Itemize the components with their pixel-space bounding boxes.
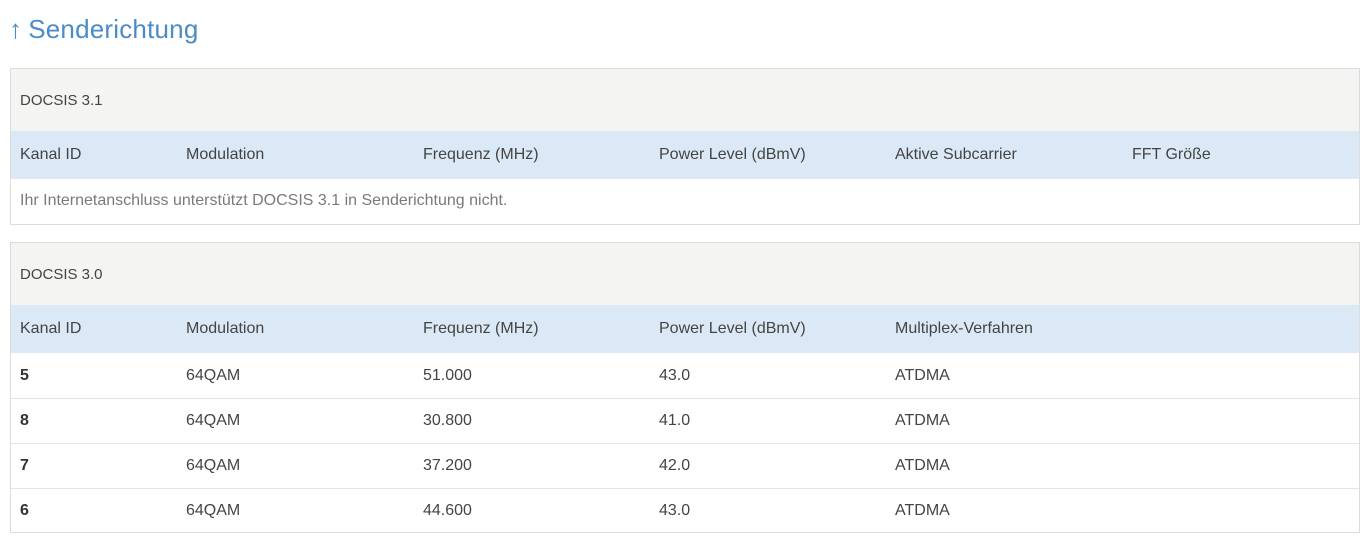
frequenz-cell: 51.000 <box>423 366 472 384</box>
section-title-text: Senderichtung <box>28 13 199 44</box>
column-header-kanal-id: Kanal ID <box>20 146 82 163</box>
power-level-cell: 41.0 <box>659 412 691 429</box>
docsis30-table-body: 5 64QAM 51.000 43.0 ATDMA 8 64QAM 30.800… <box>11 353 1359 533</box>
column-header-frequenz: Frequenz (MHz) <box>423 146 539 163</box>
frequenz-cell: 44.600 <box>423 502 472 519</box>
column-header-modulation: Modulation <box>186 320 265 337</box>
column-header-power-level: Power Level (dBmV) <box>659 320 806 337</box>
modulation-cell: 64QAM <box>186 412 241 429</box>
power-level-cell: 43.0 <box>659 366 691 384</box>
column-header-kanal-id: Kanal ID <box>20 320 82 337</box>
modulation-cell: 64QAM <box>186 457 241 474</box>
docsis30-column-headers: Kanal ID Modulation Frequenz (MHz) Power… <box>11 305 1359 353</box>
modulation-cell: 64QAM <box>186 366 241 384</box>
kanal-id-cell: 6 <box>20 502 29 519</box>
docsis31-panel: DOCSIS 3.1 Kanal ID Modulation Frequenz … <box>10 68 1360 225</box>
multiplex-cell: ATDMA <box>895 502 950 519</box>
column-header-aktive-subcarrier: Aktive Subcarrier <box>895 146 1017 163</box>
kanal-id-cell: 7 <box>20 457 29 474</box>
column-header-modulation: Modulation <box>186 146 265 163</box>
kanal-id-cell: 8 <box>20 412 29 429</box>
multiplex-cell: ATDMA <box>895 457 950 474</box>
modulation-cell: 64QAM <box>186 502 241 519</box>
column-header-fft-groesse: FFT Größe <box>1132 146 1211 163</box>
page: ↑ Senderichtung DOCSIS 3.1 Kanal ID Modu… <box>0 0 1370 542</box>
column-header-power-level: Power Level (dBmV) <box>659 146 806 163</box>
section-title: ↑ Senderichtung <box>9 12 198 46</box>
arrow-up-icon: ↑ <box>9 14 23 44</box>
docsis30-panel-title: DOCSIS 3.0 <box>11 243 1359 305</box>
frequenz-cell: 37.200 <box>423 457 472 474</box>
docsis31-column-headers: Kanal ID Modulation Frequenz (MHz) Power… <box>11 131 1359 179</box>
multiplex-cell: ATDMA <box>895 412 950 429</box>
table-row: 5 64QAM 51.000 43.0 ATDMA <box>11 353 1359 398</box>
power-level-cell: 43.0 <box>659 502 691 519</box>
column-header-frequenz: Frequenz (MHz) <box>423 320 539 337</box>
docsis30-panel: DOCSIS 3.0 Kanal ID Modulation Frequenz … <box>10 242 1360 533</box>
table-row: 8 64QAM 30.800 41.0 ATDMA <box>11 398 1359 443</box>
docsis31-panel-title: DOCSIS 3.1 <box>11 69 1359 131</box>
power-level-cell: 42.0 <box>659 457 691 474</box>
frequenz-cell: 30.800 <box>423 412 472 429</box>
multiplex-cell: ATDMA <box>895 366 950 384</box>
column-header-multiplex-verfahren: Multiplex-Verfahren <box>895 320 1033 337</box>
table-row: 6 64QAM 44.600 43.0 ATDMA <box>11 488 1359 533</box>
table-row: 7 64QAM 37.200 42.0 ATDMA <box>11 443 1359 488</box>
kanal-id-cell: 5 <box>20 366 29 384</box>
docsis31-notice: Ihr Internetanschluss unterstützt DOCSIS… <box>20 192 508 209</box>
